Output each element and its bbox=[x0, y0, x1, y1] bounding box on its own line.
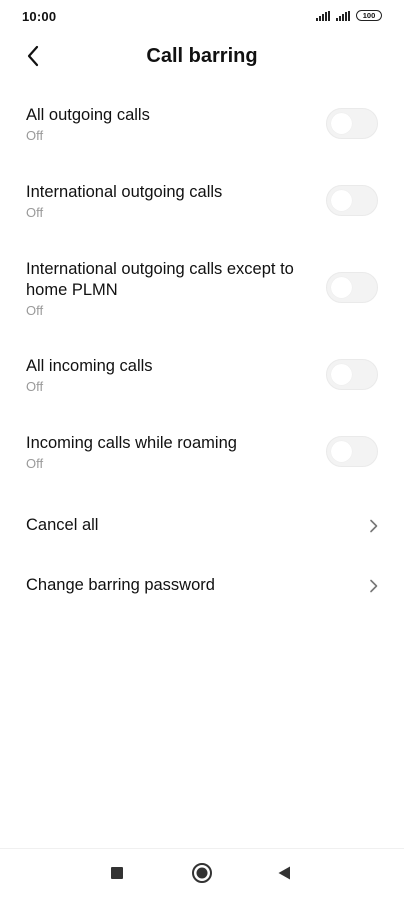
toggle-switch[interactable] bbox=[326, 436, 378, 467]
change-barring-password-item[interactable]: Change barring password bbox=[0, 555, 404, 615]
setting-international-except-home-plmn[interactable]: International outgoing calls except to h… bbox=[0, 244, 404, 341]
setting-text: All incoming calls Off bbox=[26, 356, 304, 395]
setting-all-incoming-calls[interactable]: All incoming calls Off bbox=[0, 341, 404, 418]
signal-icon bbox=[336, 11, 350, 21]
battery-icon: 100 bbox=[356, 10, 382, 21]
setting-title: International outgoing calls bbox=[26, 183, 223, 201]
setting-status: Off bbox=[26, 456, 44, 471]
toggle-switch[interactable] bbox=[326, 272, 378, 303]
setting-status: Off bbox=[26, 205, 44, 220]
setting-text: All outgoing calls Off bbox=[26, 105, 304, 144]
setting-text: International outgoing calls except to h… bbox=[26, 259, 304, 319]
header: Call barring bbox=[0, 36, 404, 76]
status-icons: 100 bbox=[316, 10, 382, 21]
setting-text: Change barring password bbox=[26, 575, 304, 596]
setting-title: All incoming calls bbox=[26, 357, 153, 375]
chevron-right-icon bbox=[366, 579, 380, 593]
home-button[interactable] bbox=[190, 861, 214, 885]
home-circle-icon bbox=[192, 863, 212, 883]
settings-list: All outgoing calls Off International out… bbox=[0, 90, 404, 615]
recents-button[interactable] bbox=[105, 861, 129, 885]
signal-icon bbox=[316, 11, 330, 21]
toggle-switch[interactable] bbox=[326, 359, 378, 390]
toggle-knob bbox=[331, 277, 352, 298]
status-time: 10:00 bbox=[22, 9, 57, 24]
cancel-all-item[interactable]: Cancel all bbox=[0, 495, 404, 555]
toggle-knob bbox=[331, 441, 352, 462]
back-triangle-icon bbox=[278, 866, 290, 880]
toggle-knob bbox=[331, 364, 352, 385]
setting-title: Incoming calls while roaming bbox=[26, 434, 237, 452]
back-nav-button[interactable] bbox=[272, 861, 296, 885]
toggle-knob bbox=[331, 113, 352, 134]
setting-text: Cancel all bbox=[26, 515, 304, 536]
setting-all-outgoing-calls[interactable]: All outgoing calls Off bbox=[0, 90, 404, 167]
setting-title: Cancel all bbox=[26, 516, 99, 534]
navigation-bar bbox=[0, 848, 404, 897]
setting-international-outgoing-calls[interactable]: International outgoing calls Off bbox=[0, 167, 404, 244]
page-title: Call barring bbox=[146, 45, 258, 67]
setting-status: Off bbox=[26, 128, 44, 143]
setting-title: All outgoing calls bbox=[26, 106, 150, 124]
chevron-right-icon bbox=[366, 519, 380, 533]
setting-text: International outgoing calls Off bbox=[26, 182, 304, 221]
setting-status: Off bbox=[26, 303, 44, 318]
setting-text: Incoming calls while roaming Off bbox=[26, 433, 304, 472]
call-barring-screen: 10:00 100 Call barring All outgoing call… bbox=[0, 0, 404, 897]
setting-title: Change barring password bbox=[26, 576, 215, 594]
battery-level: 100 bbox=[362, 11, 376, 20]
toggle-switch[interactable] bbox=[326, 185, 378, 216]
status-bar: 10:00 100 bbox=[0, 0, 404, 32]
toggle-knob bbox=[331, 190, 352, 211]
setting-title: International outgoing calls except to h… bbox=[26, 260, 294, 299]
setting-incoming-calls-roaming[interactable]: Incoming calls while roaming Off bbox=[0, 418, 404, 495]
toggle-switch[interactable] bbox=[326, 108, 378, 139]
setting-status: Off bbox=[26, 379, 44, 394]
recents-square-icon bbox=[111, 867, 123, 879]
